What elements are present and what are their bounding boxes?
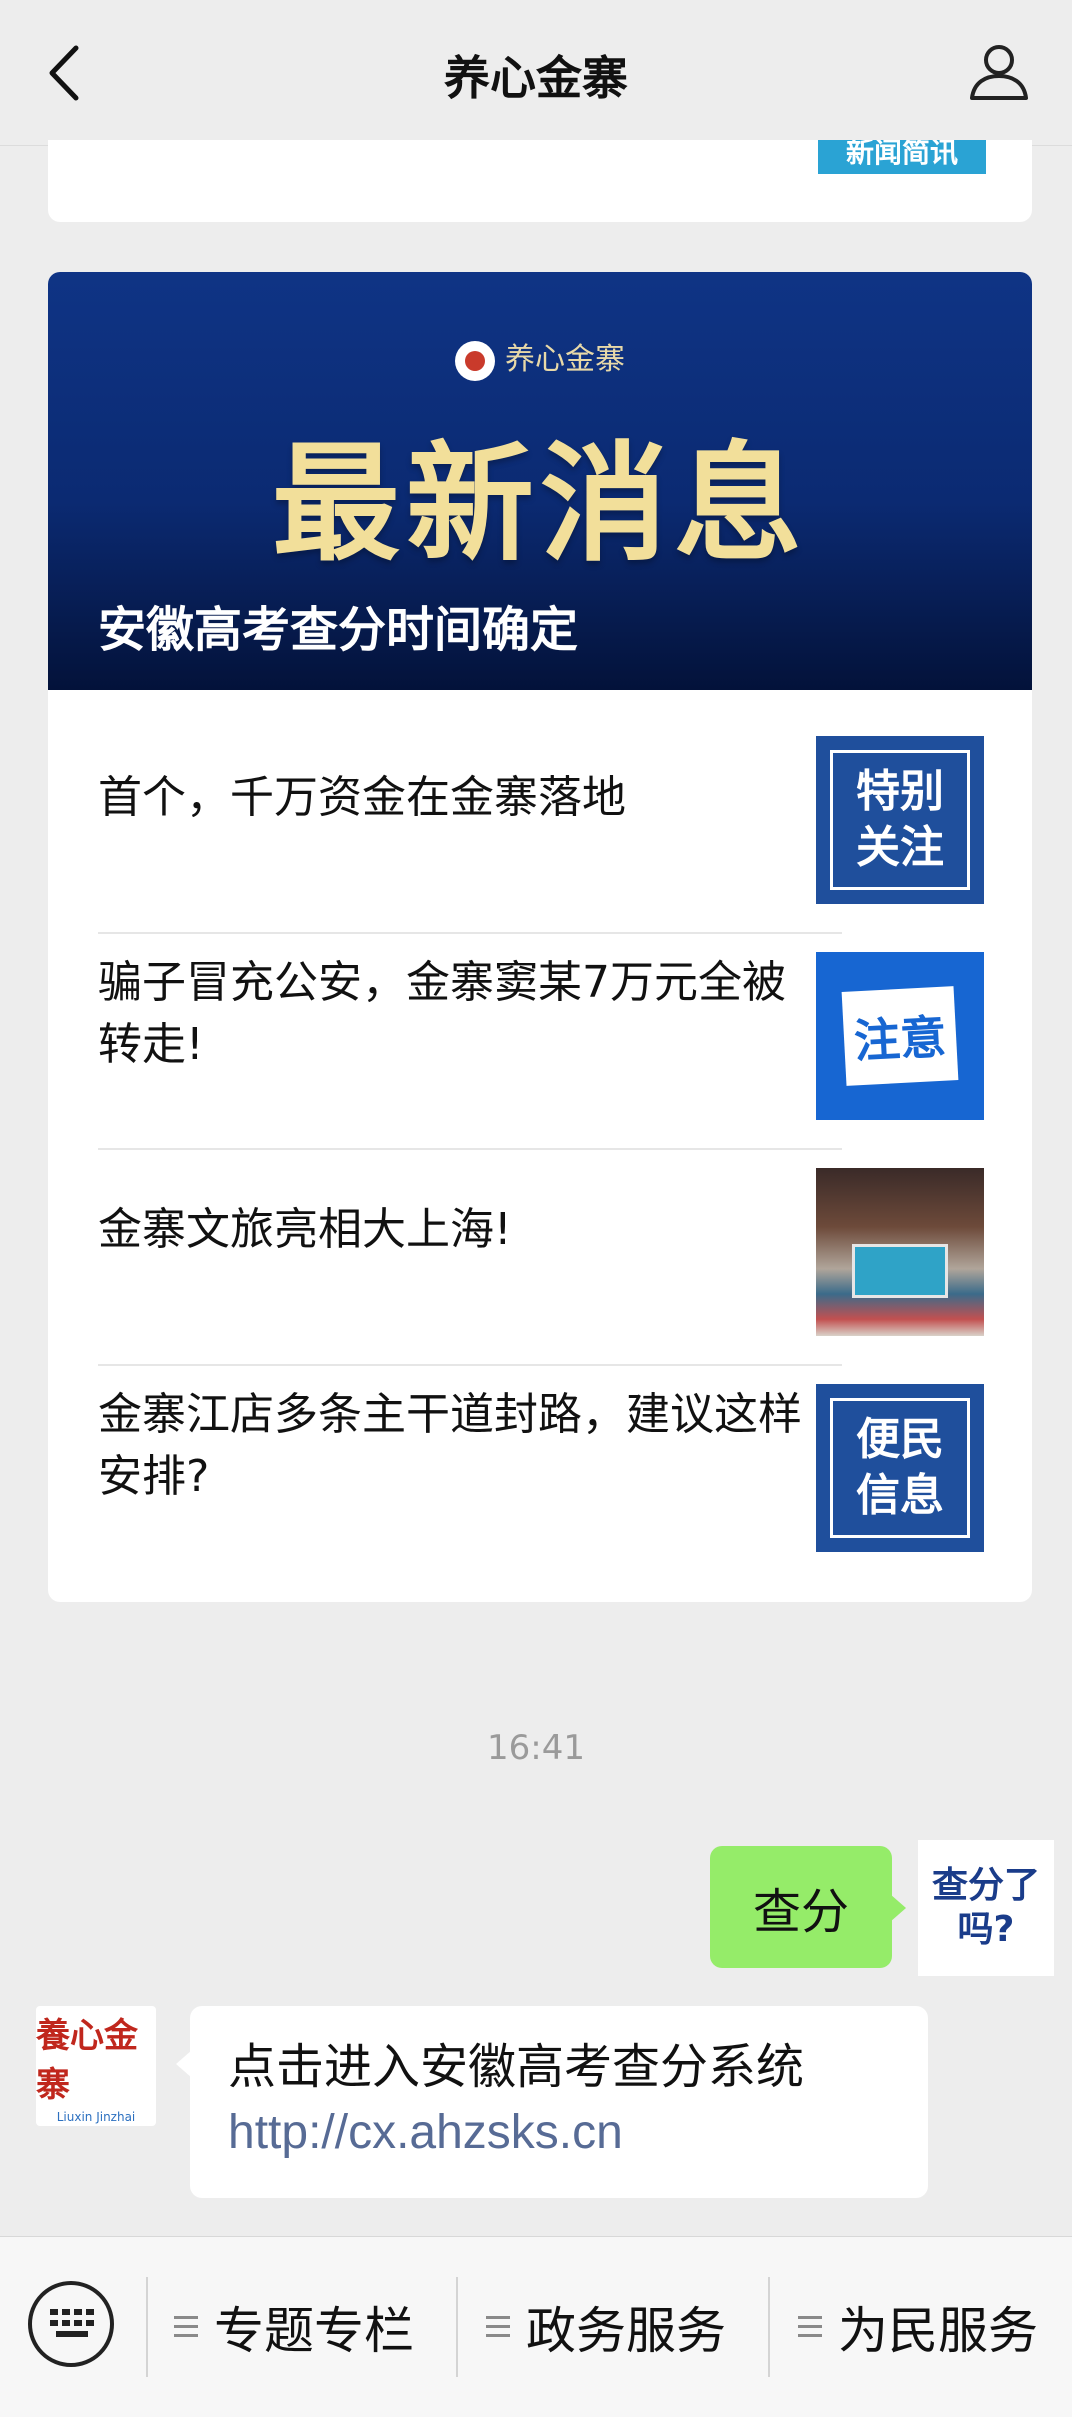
article-thumbnail: 便民信息 bbox=[816, 1384, 984, 1552]
article-thumbnail-label: 便民信息 bbox=[830, 1398, 970, 1538]
previous-article-card[interactable]: 新闻简讯 bbox=[48, 140, 1032, 222]
account-avatar-subtext: Liuxin Jinzhai bbox=[56, 2110, 136, 2124]
article-title: 金寨文旅亮相大上海! bbox=[98, 1204, 512, 1255]
banner-brand: 养心金寨 bbox=[48, 334, 1032, 381]
menu-list-icon bbox=[486, 2316, 510, 2338]
account-avatar-text: 養心金寨 bbox=[36, 2016, 138, 2105]
article-thumbnail: 新闻简讯 bbox=[818, 140, 986, 174]
article-thumbnail: 特别关注 bbox=[816, 736, 984, 904]
menu-list-icon bbox=[798, 2316, 822, 2338]
article-list-item[interactable]: 骗子冒充公安，金寨窦某7万元全被转走! 注意 bbox=[48, 906, 1032, 1122]
bottom-menu-bar: 专题专栏 政务服务 为民服务 bbox=[0, 2236, 1072, 2417]
reply-link[interactable]: http://cx.ahzsks.cn bbox=[228, 2100, 890, 2166]
banner-caption: 安徽高考查分时间确定 bbox=[98, 602, 579, 658]
menu-item-public-services[interactable]: 为民服务 bbox=[798, 2277, 1038, 2377]
article-list-item[interactable]: 金寨江店多条主干道封路，建议这样安排? 便民信息 bbox=[48, 1338, 1032, 1554]
menu-separator bbox=[768, 2277, 770, 2377]
keyboard-keys bbox=[50, 2309, 94, 2339]
featured-banner[interactable]: 养心金寨 最新消息 安徽高考查分时间确定 bbox=[48, 272, 1032, 690]
article-title: 金寨江店多条主干道封路，建议这样安排? bbox=[98, 1389, 802, 1502]
article-card: 养心金寨 最新消息 安徽高考查分时间确定 首个，千万资金在金寨落地 特别关注 骗… bbox=[48, 272, 1032, 1602]
article-list-item[interactable]: 金寨文旅亮相大上海! bbox=[48, 1122, 1032, 1338]
menu-item-label: 政务服务 bbox=[526, 2302, 726, 2360]
chat-timestamp: 16:41 bbox=[487, 1728, 585, 1768]
banner-headline: 最新消息 bbox=[271, 430, 808, 579]
menu-item-government-services[interactable]: 政务服务 bbox=[486, 2277, 726, 2377]
keyboard-icon[interactable] bbox=[28, 2281, 114, 2367]
article-thumbnail: 注意 bbox=[816, 952, 984, 1120]
article-title: 首个，千万资金在金寨落地 bbox=[98, 772, 626, 823]
photo-screen bbox=[852, 1244, 948, 1298]
user-avatar[interactable]: 查分了吗? bbox=[918, 1840, 1054, 1976]
brand-logo-icon bbox=[455, 341, 495, 381]
article-thumbnail-label: 特别关注 bbox=[830, 750, 970, 890]
banner-brand-text: 养心金寨 bbox=[505, 342, 625, 377]
article-title: 骗子冒充公安，金寨窦某7万元全被转走! bbox=[98, 957, 786, 1070]
article-thumbnail-photo bbox=[816, 1168, 984, 1336]
menu-item-label: 为民服务 bbox=[838, 2302, 1038, 2360]
menu-separator bbox=[146, 2277, 148, 2377]
menu-separator bbox=[456, 2277, 458, 2377]
page-title: 养心金寨 bbox=[444, 51, 628, 105]
menu-item-label: 专题专栏 bbox=[214, 2302, 414, 2360]
reply-message-bubble: 点击进入安徽高考查分系统 http://cx.ahzsks.cn bbox=[176, 2006, 928, 2198]
reply-text: 点击进入安徽高考查分系统 bbox=[228, 2039, 805, 2095]
menu-item-special-column[interactable]: 专题专栏 bbox=[174, 2277, 414, 2377]
account-avatar[interactable]: 養心金寨 Liuxin Jinzhai bbox=[36, 2006, 156, 2126]
profile-icon[interactable] bbox=[966, 38, 1032, 104]
sent-message-bubble[interactable]: 查分 bbox=[710, 1846, 906, 1968]
menu-list-icon bbox=[174, 2316, 198, 2338]
article-thumbnail-label: 注意 bbox=[841, 986, 959, 1086]
top-nav-bar: 养心金寨 bbox=[0, 0, 1072, 146]
article-list-item[interactable]: 首个，千万资金在金寨落地 特别关注 bbox=[48, 690, 1032, 906]
